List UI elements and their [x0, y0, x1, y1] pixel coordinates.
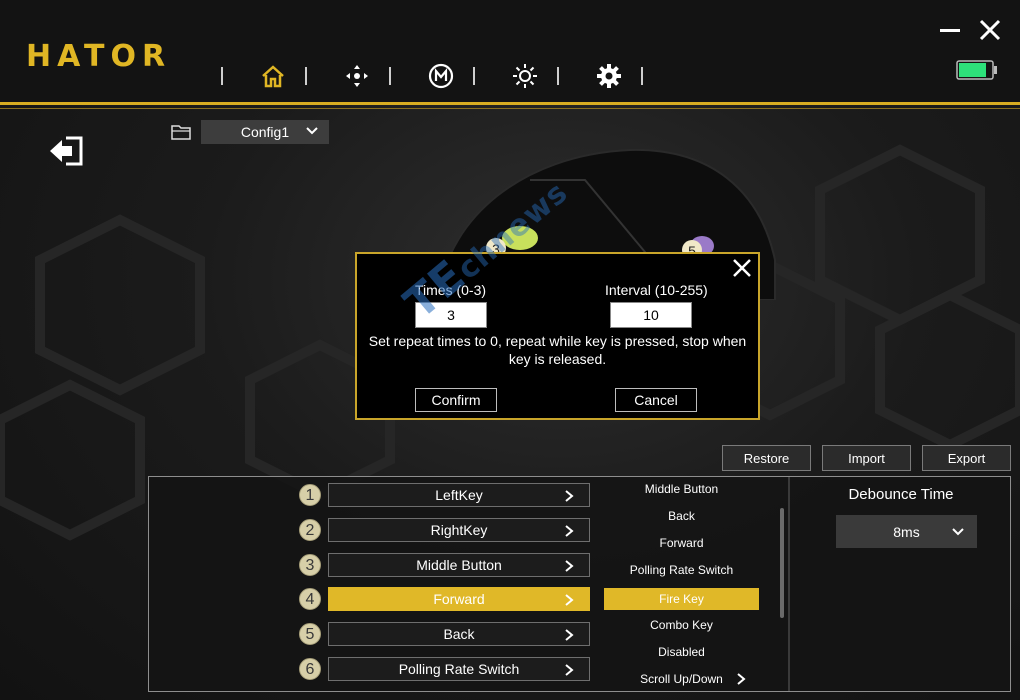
- header-divider-thin: [0, 108, 1020, 109]
- chevron-right-icon: [565, 629, 574, 641]
- dialog-message-line1: Set repeat times to 0, repeat while key …: [368, 333, 747, 349]
- option-item[interactable]: Fire Key: [604, 588, 759, 610]
- folder-icon[interactable]: [170, 122, 192, 142]
- back-icon[interactable]: [48, 134, 86, 168]
- key-number-badge: 2: [299, 518, 321, 541]
- config-selected: Config1: [240, 124, 290, 140]
- config-dropdown[interactable]: Config1: [201, 120, 329, 144]
- key-button-label: RightKey: [430, 521, 488, 538]
- nav-separator: [305, 67, 307, 85]
- debounce-dropdown[interactable]: 8ms: [836, 515, 977, 548]
- chevron-down-icon: [306, 127, 318, 135]
- option-item[interactable]: Combo Key: [604, 614, 759, 636]
- times-input[interactable]: [415, 302, 487, 328]
- key-button[interactable]: LeftKey: [328, 483, 590, 507]
- key-number-badge: 6: [299, 658, 321, 680]
- nav-separator: [473, 67, 475, 85]
- key-button-label: LeftKey: [435, 487, 483, 503]
- option-item[interactable]: Middle Button: [604, 478, 759, 500]
- option-item[interactable]: Scroll Up/Down: [604, 668, 759, 690]
- key-button[interactable]: Forward: [328, 587, 590, 612]
- chevron-down-icon: [952, 528, 964, 536]
- option-item[interactable]: Disabled: [604, 641, 759, 663]
- chevron-right-icon: [737, 673, 746, 685]
- settings-icon[interactable]: [591, 58, 627, 94]
- option-list-scrollbar[interactable]: [780, 508, 784, 618]
- chevron-right-icon: [565, 490, 574, 502]
- key-button-label: Forward: [433, 591, 485, 608]
- confirm-button[interactable]: Confirm: [415, 388, 497, 412]
- nav-separator: [389, 67, 391, 85]
- chevron-right-icon: [565, 664, 574, 676]
- restore-button[interactable]: Restore: [722, 445, 811, 471]
- times-label: Times (0-3): [415, 282, 487, 298]
- option-item[interactable]: Polling Rate Switch: [604, 559, 759, 581]
- debounce-title: Debounce Time: [848, 486, 954, 503]
- option-label: Back: [668, 509, 695, 523]
- directional-pad-icon[interactable]: [339, 58, 375, 94]
- option-item[interactable]: Forward: [604, 532, 759, 554]
- dialog-message: Set repeat times to 0, repeat while key …: [355, 332, 760, 368]
- option-label: Forward: [659, 536, 704, 550]
- fire-key-dialog: Times (0-3) Interval (10-255) Set repeat…: [355, 252, 760, 420]
- key-number-badge: 1: [299, 484, 321, 506]
- debounce-value: 8ms: [893, 523, 920, 540]
- option-label: Middle Button: [644, 482, 719, 496]
- key-button-label: Back: [443, 626, 475, 643]
- option-label: Combo Key: [650, 618, 713, 632]
- close-icon[interactable]: [730, 256, 754, 280]
- panel-divider: [788, 477, 790, 691]
- macro-icon[interactable]: [423, 58, 459, 94]
- lighting-icon[interactable]: [507, 58, 543, 94]
- main-nav: [215, 58, 675, 94]
- chevron-right-icon: [565, 525, 574, 537]
- export-button[interactable]: Export: [922, 445, 1011, 471]
- chevron-right-icon: [565, 559, 574, 572]
- option-item[interactable]: Back: [604, 505, 759, 527]
- nav-separator: [557, 67, 559, 85]
- option-label: Disabled: [658, 645, 705, 659]
- home-icon[interactable]: [255, 58, 291, 94]
- interval-label: Interval (10-255): [605, 282, 708, 298]
- key-button[interactable]: Back: [328, 622, 590, 647]
- nav-separator: [221, 67, 223, 85]
- battery-icon: [956, 60, 998, 80]
- key-button[interactable]: RightKey: [328, 517, 590, 542]
- key-button[interactable]: Middle Button: [328, 552, 590, 577]
- nav-separator: [641, 67, 643, 85]
- key-button[interactable]: Polling Rate Switch: [328, 657, 590, 681]
- close-icon[interactable]: [978, 18, 1004, 44]
- option-label: Scroll Up/Down: [640, 672, 723, 686]
- dialog-message-line2: key is released.: [508, 351, 607, 367]
- chevron-right-icon: [565, 594, 574, 607]
- key-button-label: Polling Rate Switch: [398, 661, 520, 677]
- key-number-badge: 3: [299, 553, 321, 576]
- key-button-label: Middle Button: [416, 556, 502, 573]
- header-divider: [0, 102, 1020, 105]
- option-label: Fire Key: [659, 592, 704, 606]
- option-label: Polling Rate Switch: [629, 563, 734, 577]
- cancel-button[interactable]: Cancel: [615, 388, 697, 412]
- hator-logo: HATOR: [26, 39, 172, 74]
- import-button[interactable]: Import: [822, 445, 911, 471]
- minimize-icon[interactable]: [938, 18, 964, 44]
- interval-input[interactable]: [610, 302, 692, 328]
